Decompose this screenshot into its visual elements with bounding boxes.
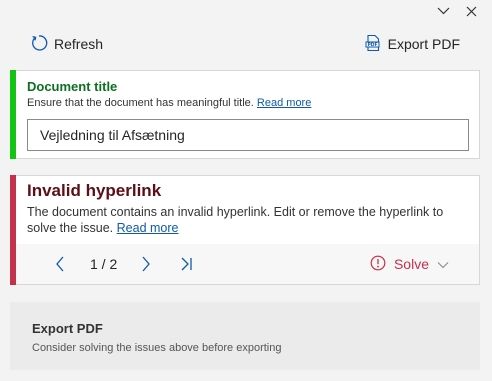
- toolbar: Refresh PDF Export PDF: [0, 32, 492, 56]
- issue-navigation: 1 / 2 Solve: [16, 244, 479, 284]
- refresh-button[interactable]: Refresh: [30, 32, 103, 56]
- pdf-file-icon: PDF: [364, 34, 382, 55]
- document-title-heading: Document title: [27, 79, 118, 94]
- document-title-input[interactable]: [27, 119, 469, 151]
- skip-to-last-icon[interactable]: [176, 254, 196, 274]
- export-pdf-button[interactable]: PDF Export PDF: [364, 32, 460, 56]
- document-title-description: Ensure that the document has meaningful …: [27, 97, 311, 109]
- status-bar-success: [10, 70, 16, 159]
- document-title-description-text: Ensure that the document has meaningful …: [27, 97, 254, 109]
- refresh-icon: [30, 34, 48, 55]
- read-more-link[interactable]: Read more: [117, 221, 179, 235]
- close-icon[interactable]: [464, 4, 478, 18]
- invalid-hyperlink-card: Invalid hyperlink The document contains …: [10, 175, 480, 285]
- chevron-down-icon: [437, 256, 449, 272]
- solve-button[interactable]: Solve: [370, 254, 449, 274]
- export-section-heading: Export PDF: [32, 321, 103, 336]
- error-circle-icon: [370, 255, 386, 274]
- invalid-hyperlink-description-text: The document contains an invalid hyperli…: [27, 205, 444, 235]
- document-title-card: Document title Ensure that the document …: [10, 70, 480, 159]
- svg-text:PDF: PDF: [367, 42, 377, 48]
- chevron-left-icon[interactable]: [50, 254, 70, 274]
- chevron-right-icon[interactable]: [136, 254, 156, 274]
- solve-label: Solve: [393, 256, 429, 272]
- export-section-description: Consider solving the issues above before…: [32, 342, 282, 354]
- refresh-label: Refresh: [54, 36, 104, 52]
- read-more-link[interactable]: Read more: [257, 97, 311, 109]
- invalid-hyperlink-heading: Invalid hyperlink: [27, 181, 162, 200]
- invalid-hyperlink-description: The document contains an invalid hyperli…: [27, 204, 467, 236]
- window-controls: [436, 2, 478, 20]
- pager-text: 1 / 2: [90, 256, 118, 272]
- export-pdf-label: Export PDF: [387, 36, 460, 52]
- chevron-down-icon[interactable]: [436, 4, 450, 18]
- export-pdf-section: Export PDF Consider solving the issues a…: [10, 302, 480, 370]
